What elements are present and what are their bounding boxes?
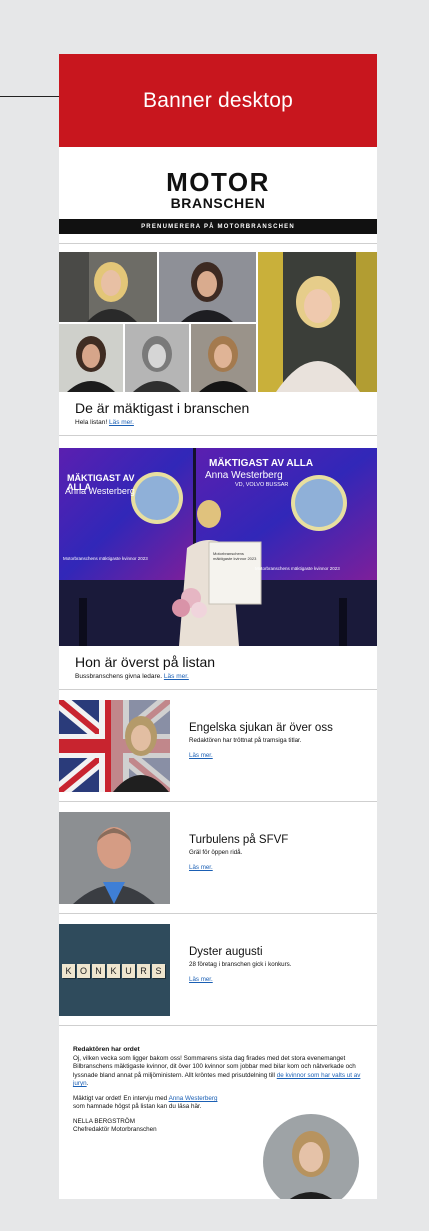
letter-tile: R — [137, 964, 150, 978]
editor-paragraph-1: Oj, vilken vecka som ligger bakom oss! S… — [73, 1055, 363, 1089]
diploma-text: Motorbranschens mäktigaste kvinnor 2023 — [213, 551, 257, 561]
subscribe-link[interactable]: PRENUMERERA PÅ MOTORBRANSCHEN — [59, 219, 377, 234]
editor-title: Redaktören har ordet — [73, 1046, 140, 1053]
letter-tile: N — [92, 964, 105, 978]
logo-line-2: BRANSCHEN — [170, 195, 266, 211]
screen-company: VD, VOLVO BUSSAR — [235, 482, 289, 488]
screen-title-right: MÄKTIGAST AV ALLA — [209, 458, 314, 469]
feature-2-headline[interactable]: Hon är överst på listan — [75, 654, 377, 670]
article-dek: 28 företag i branschen gick i konkurs. — [189, 961, 292, 968]
article-thumbnail-union-jack[interactable] — [59, 700, 170, 792]
subscribe-label: PRENUMERERA PÅ MOTORBRANSCHEN — [141, 223, 295, 230]
divider — [59, 243, 377, 244]
portrait-photo — [159, 252, 256, 322]
feature-1-dek: Hela listan! Läs mer. — [75, 419, 377, 426]
article-row: K O N K U R S Dyster augusti 28 företag … — [59, 914, 377, 1025]
editor-avatar — [263, 1114, 359, 1199]
letter-tile: O — [77, 964, 90, 978]
article-read-more-link[interactable]: Läs mer. — [189, 864, 213, 871]
banner-desktop[interactable]: Banner desktop — [59, 54, 377, 147]
letter-tile: K — [107, 964, 120, 978]
article-dek: Gräl för öppen ridå. — [189, 849, 243, 856]
editor-section: Redaktören har ordet Oj, vilken vecka so… — [59, 1026, 377, 1199]
divider — [59, 435, 377, 436]
editor-paragraph-2: Mäktigt var ordet! En intervju med Anna … — [73, 1095, 363, 1112]
feature-1-read-more-link[interactable]: Läs mer. — [109, 419, 134, 426]
masthead: MOTOR BRANSCHEN PRENUMERERA PÅ MOTORBRAN… — [59, 147, 377, 243]
editor-paragraph-1-end: . — [86, 1080, 89, 1088]
feature-2-dek-text: Bussbranschens givna ledare. — [75, 673, 163, 680]
portrait-photo — [191, 324, 256, 392]
feature-2-dek: Bussbranschens givna ledare. Läs mer. — [75, 673, 377, 680]
article-read-more-link[interactable]: Läs mer. — [189, 752, 213, 759]
screen-name-left: Anna Westerberg — [65, 486, 135, 496]
article-read-more-link[interactable]: Läs mer. — [189, 976, 213, 983]
feature-collage-image[interactable] — [59, 252, 377, 392]
portrait-photo-large — [258, 252, 377, 392]
screen-name-right: Anna Westerberg — [205, 470, 283, 481]
feature-award-photo[interactable]: MÄKTIGAST AV ALLA Anna Westerberg MÄKTIG… — [59, 448, 377, 646]
editor-paragraph-2-text: Mäktigt var ordet! En intervju med — [73, 1094, 168, 1102]
feature-1-headline[interactable]: De är mäktigast i branschen — [75, 400, 377, 416]
newsletter: Banner desktop MOTOR BRANSCHEN PRENUMERE… — [59, 54, 377, 1199]
article-thumbnail-konkurs-tiles[interactable]: K O N K U R S — [59, 924, 170, 1016]
article-dek: Redaktören har tröttnat på tramsiga titl… — [189, 737, 302, 744]
screen-footer-left: Motorbranschens mäktigaste kvinnor 2023 — [63, 556, 148, 561]
feature-2-read-more-link[interactable]: Läs mer. — [164, 673, 189, 680]
logo[interactable]: MOTOR BRANSCHEN — [59, 169, 377, 210]
portrait-photo — [59, 324, 123, 392]
letter-tile: K — [62, 964, 75, 978]
article-headline[interactable]: Engelska sjukan är över oss — [189, 722, 369, 734]
letter-tile: U — [122, 964, 135, 978]
editor-paragraph-2-end: som hamnade högst på listan kan du läsa … — [73, 1103, 202, 1111]
article-row: Engelska sjukan är över oss Redaktören h… — [59, 690, 377, 801]
article-thumbnail-man-portrait[interactable] — [59, 812, 170, 904]
logo-line-1: MOTOR — [166, 167, 270, 197]
feature-1-dek-text: Hela listan! — [75, 419, 108, 426]
article-headline[interactable]: Turbulens på SFVF — [189, 834, 369, 846]
portrait-photo — [125, 324, 189, 392]
article-headline[interactable]: Dyster augusti — [189, 946, 369, 958]
screen-footer-right: Motorbranschens mäktigaste kvinnor 2023 — [255, 566, 340, 571]
portrait-photo — [59, 252, 157, 322]
letter-tiles: K O N K U R S — [62, 964, 165, 978]
letter-tile: S — [152, 964, 165, 978]
article-row: Turbulens på SFVF Gräl för öppen ridå. L… — [59, 802, 377, 913]
anna-westerberg-link[interactable]: Anna Westerberg — [169, 1095, 218, 1102]
banner-label: Banner desktop — [143, 88, 293, 112]
